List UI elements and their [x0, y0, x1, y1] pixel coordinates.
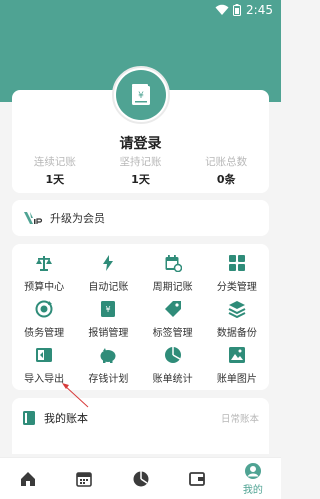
vip-label: 升级为会员	[50, 212, 105, 225]
stat-value: 0条	[216, 173, 236, 186]
bottom-tab-bar: 我的	[0, 457, 281, 499]
image-icon	[228, 347, 245, 363]
avatar[interactable]: ¥	[112, 66, 170, 124]
calendar-icon	[76, 471, 93, 487]
stat-streak: 连续记账 1天	[12, 154, 98, 187]
import-export-icon	[36, 348, 53, 362]
tab-calendar[interactable]	[56, 458, 112, 499]
tool-label: 债务管理	[24, 328, 65, 339]
vip-upgrade-row[interactable]: 升级为会员	[12, 200, 269, 236]
tool-label: 自动记账	[88, 282, 129, 293]
tab-stats[interactable]	[112, 458, 168, 499]
stat-label: 坚持记账	[119, 156, 162, 168]
grid-icon	[228, 255, 245, 271]
my-books-label: 我的账本	[44, 412, 88, 425]
stat-label: 连续记账	[33, 156, 76, 168]
tab-label: 我的	[242, 484, 263, 496]
tool-label: 存钱计划	[88, 374, 129, 385]
tool-label: 报销管理	[88, 328, 129, 339]
svg-text:¥: ¥	[106, 305, 111, 314]
stat-total: 记账总数 0条	[183, 154, 269, 187]
home-icon	[21, 471, 36, 486]
tool-label: 标签管理	[152, 328, 193, 339]
current-book[interactable]: 日常账本	[221, 411, 259, 425]
tool-label: 分类管理	[216, 282, 257, 293]
wallet-icon	[188, 471, 205, 486]
tool-label: 预算中心	[24, 282, 65, 293]
stat-value: 1天	[131, 173, 150, 186]
debt-icon	[35, 300, 53, 318]
tool-label: 账单图片	[216, 374, 257, 385]
login-prompt[interactable]: 请登录	[12, 133, 269, 153]
person-icon	[244, 462, 261, 479]
tool-bill-image[interactable]: 账单图片	[205, 342, 269, 388]
clock: 2:45	[246, 3, 273, 17]
tool-reimburse-manage[interactable]: ¥ 报销管理	[76, 296, 140, 342]
piggy-bank-icon	[100, 348, 116, 363]
stat-persist: 坚持记账 1天	[98, 154, 184, 187]
tool-label: 导入导出	[24, 374, 65, 385]
tool-budget-center[interactable]: 预算中心	[12, 250, 76, 296]
tool-periodic-record[interactable]: 周期记账	[141, 250, 205, 296]
stat-label: 记账总数	[205, 156, 248, 168]
pie-chart-icon	[164, 347, 181, 363]
tab-mine[interactable]: 我的	[225, 458, 281, 499]
tool-tag-manage[interactable]: 标签管理	[141, 296, 205, 342]
scale-icon	[36, 256, 53, 271]
tool-category-manage[interactable]: 分类管理	[205, 250, 269, 296]
svg-text:¥: ¥	[138, 91, 144, 101]
tool-debt-manage[interactable]: 债务管理	[12, 296, 76, 342]
tools-card: 预算中心 自动记账 周期记账 分类管理 债务管理 ¥ 报销管理 标签管理 数据备…	[12, 244, 269, 390]
battery-icon	[233, 4, 241, 16]
my-books-card[interactable]: 我的账本 日常账本	[12, 398, 269, 454]
pie-chart-icon	[133, 471, 148, 486]
tool-label: 周期记账	[152, 282, 193, 293]
lightning-icon	[103, 255, 114, 271]
book-icon: ¥	[132, 84, 150, 105]
tag-icon	[164, 301, 181, 317]
tool-bill-stats[interactable]: 账单统计	[141, 342, 205, 388]
tool-import-export[interactable]: 导入导出	[12, 342, 76, 388]
calendar-cycle-icon	[165, 255, 182, 272]
layers-icon	[228, 301, 246, 318]
status-bar: 2:45	[0, 0, 281, 22]
reimburse-icon: ¥	[101, 301, 116, 317]
tool-auto-record[interactable]: 自动记账	[76, 250, 140, 296]
stat-value: 1天	[45, 173, 65, 186]
tool-data-backup[interactable]: 数据备份	[205, 296, 269, 342]
notebook-icon	[23, 411, 35, 425]
tool-label: 数据备份	[216, 328, 257, 339]
tab-home[interactable]	[0, 458, 56, 499]
tool-saving-plan[interactable]: 存钱计划	[76, 342, 140, 388]
tool-label: 账单统计	[152, 374, 193, 385]
tab-wallet[interactable]	[169, 458, 225, 499]
wifi-icon	[215, 4, 229, 15]
vip-icon	[24, 212, 43, 224]
stats-row: 连续记账 1天 坚持记账 1天 记账总数 0条	[12, 154, 269, 187]
